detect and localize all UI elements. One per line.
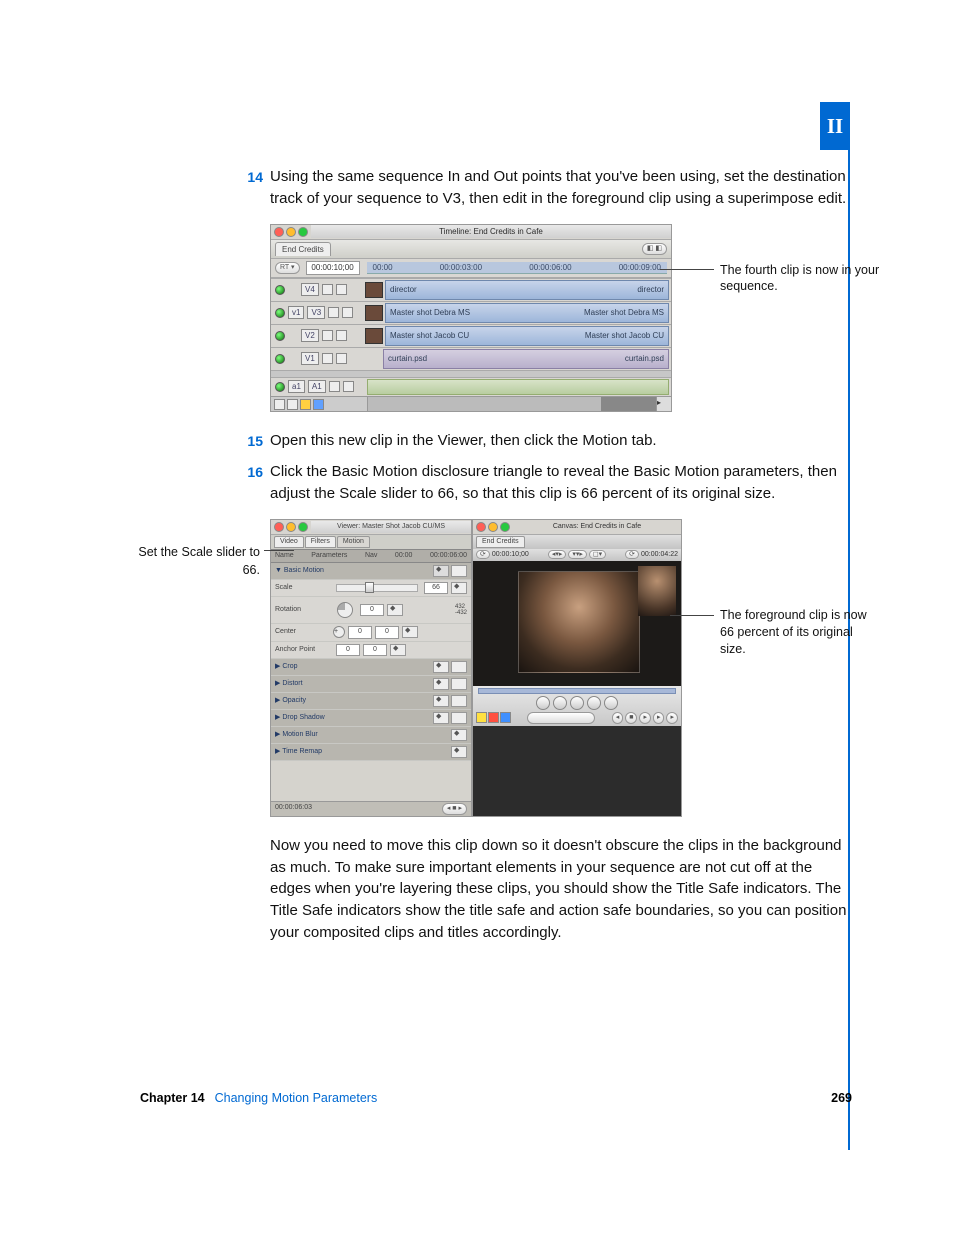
toolbar-pill[interactable]: ◧ ◧ <box>642 243 667 255</box>
scale-value[interactable]: 66 <box>424 582 448 594</box>
keyframe-button[interactable] <box>451 582 467 594</box>
opacity-section[interactable]: ▶ Opacity <box>271 693 471 710</box>
canvas-viewport[interactable] <box>473 561 681 686</box>
canvas-tab[interactable]: End Credits <box>476 536 525 548</box>
distort-section[interactable]: ▶ Distort <box>271 676 471 693</box>
crop-section[interactable]: ▶ Crop <box>271 659 471 676</box>
callout-leader <box>264 550 294 551</box>
drop-shadow-section[interactable]: ▶ Drop Shadow <box>271 710 471 727</box>
viewer-tab-video[interactable]: Video <box>274 536 304 548</box>
chapter-title: Changing Motion Parameters <box>215 1091 378 1105</box>
center-row[interactable]: Center + 00 <box>271 624 471 641</box>
audio-track-a1[interactable]: a1A1 <box>271 377 671 396</box>
step-15: 15 Open this new clip in the Viewer, the… <box>238 430 852 452</box>
window-traffic-lights <box>271 225 311 239</box>
step-number: 16 <box>238 462 263 482</box>
page-number: 269 <box>831 1091 852 1105</box>
scale-row[interactable]: Scale 66 <box>271 580 471 597</box>
video-track-v4[interactable]: V4 directordirector <box>271 278 671 301</box>
viewer-tab-motion[interactable]: Motion <box>337 536 370 548</box>
step-number: 15 <box>238 431 263 451</box>
callout-scale-slider: Set the Scale slider to 66. <box>120 543 260 579</box>
ruler-tick: 00:00 <box>373 262 393 274</box>
basic-motion-disclosure[interactable]: ▼ Basic Motion <box>271 563 471 580</box>
page-footer: Chapter 14 Changing Motion Parameters 269 <box>140 1091 852 1105</box>
viewer-tab-filters[interactable]: Filters <box>305 536 336 548</box>
canvas-screenshot: Canvas: End Credits in Cafe End Credits … <box>472 519 682 817</box>
step-text: Open this new clip in the Viewer, then c… <box>270 432 657 449</box>
callout-foreground-clip: The foreground clip is now 66 percent of… <box>720 607 870 658</box>
callout-leader <box>670 615 714 616</box>
step-text: Using the same sequence In and Out point… <box>270 168 846 207</box>
ruler-tick: 00:00:06:00 <box>529 262 571 274</box>
body-paragraph: Now you need to move this clip down so i… <box>270 835 852 944</box>
time-remap-section[interactable]: ▶ Time Remap <box>271 744 471 761</box>
viewer-motion-screenshot: Viewer: Master Shot Jacob CU/MS Video Fi… <box>270 519 472 817</box>
scale-slider[interactable] <box>336 584 418 592</box>
ruler-tick: 00:00:09:00 <box>619 262 661 274</box>
callout-leader <box>660 269 714 270</box>
timeline-title: Timeline: End Credits in Cafe <box>311 225 671 239</box>
chapter-label: Chapter 14 <box>140 1091 205 1105</box>
ruler-tick: 00:00:03:00 <box>440 262 482 274</box>
step-number: 14 <box>238 167 263 187</box>
viewer-title: Viewer: Master Shot Jacob CU/MS <box>311 521 471 533</box>
step-16: 16 Click the Basic Motion disclosure tri… <box>238 461 852 943</box>
step-14: 14 Using the same sequence In and Out po… <box>238 166 852 412</box>
motion-blur-section[interactable]: ▶ Motion Blur <box>271 727 471 744</box>
canvas-title: Canvas: End Credits in Cafe <box>513 522 681 532</box>
callout-fourth-clip: The fourth clip is now in your sequence. <box>720 262 880 296</box>
rotation-row[interactable]: Rotation 0 432-432 <box>271 597 471 624</box>
sequence-tab[interactable]: End Credits <box>275 242 331 257</box>
timecode-field[interactable]: 00:00:10;00 <box>306 261 360 275</box>
timeline-screenshot: Timeline: End Credits in Cafe End Credit… <box>270 224 672 412</box>
anchor-row[interactable]: Anchor Point 00 <box>271 642 471 659</box>
video-track-v3[interactable]: v1V3 Master shot Debra MSMaster shot Deb… <box>271 301 671 324</box>
rt-button[interactable]: RT ▾ <box>275 262 300 274</box>
video-track-v2[interactable]: V2 Master shot Jacob CUMaster shot Jacob… <box>271 324 671 347</box>
transport-controls[interactable] <box>476 696 678 710</box>
video-track-v1[interactable]: V1 curtain.psdcurtain.psd <box>271 347 671 370</box>
step-text: Click the Basic Motion disclosure triang… <box>270 463 837 502</box>
part-tab: II <box>820 102 850 150</box>
